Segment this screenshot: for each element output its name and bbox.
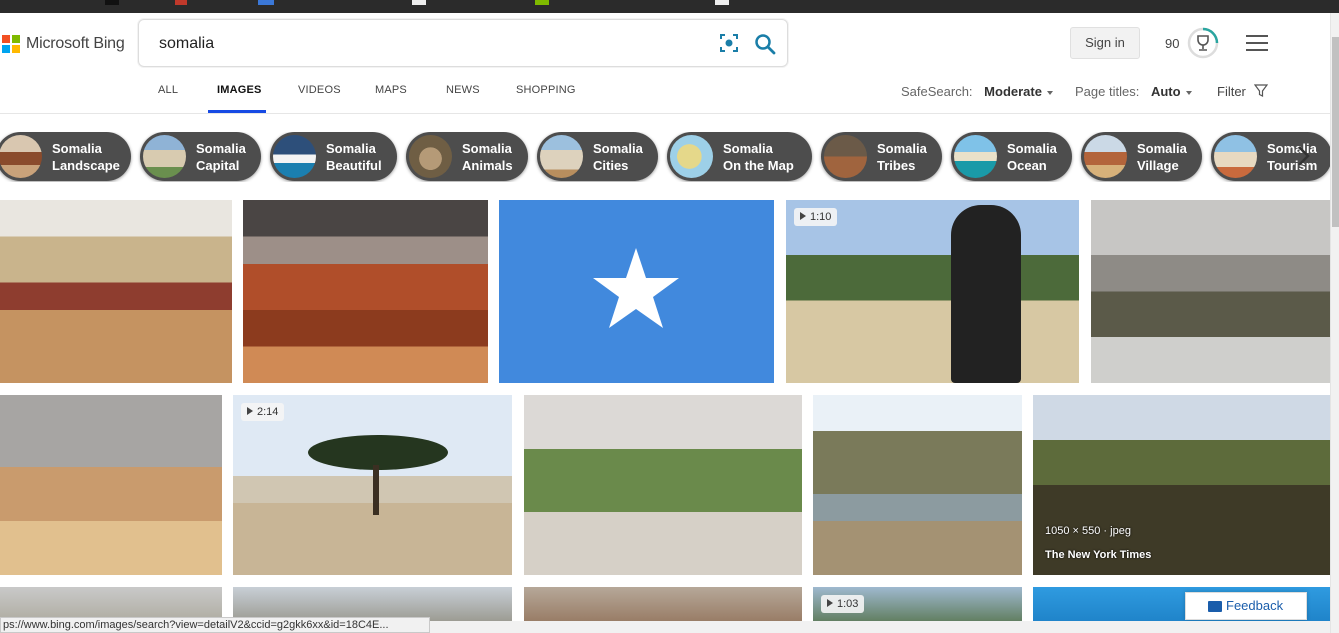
play-icon: [827, 599, 833, 607]
image-result-soldiers-mural[interactable]: [524, 395, 802, 575]
image-result-canyon[interactable]: [813, 395, 1022, 575]
chip-thumbnail: [0, 135, 42, 178]
rewards-points[interactable]: 90: [1165, 36, 1179, 51]
sign-in-button[interactable]: Sign in: [1070, 27, 1140, 59]
chip-somalia-capital[interactable]: Somalia Capital: [140, 132, 261, 181]
video-duration-badge: 2:14: [241, 403, 285, 421]
hamburger-menu-icon[interactable]: [1246, 35, 1268, 51]
chip-somalia-cities[interactable]: Somalia Cities: [537, 132, 658, 181]
vertical-scrollbar[interactable]: [1330, 13, 1339, 633]
chip-label: Somalia Cities: [593, 140, 643, 173]
chevron-down-icon: [1046, 90, 1053, 95]
chevron-down-icon: [1185, 90, 1192, 95]
brand-name: Microsoft Bing: [26, 35, 125, 52]
chip-label: Somalia Village: [1137, 140, 1187, 173]
image-result-desert-road[interactable]: [0, 395, 222, 575]
image-source-overlay: The New York Times: [1045, 549, 1152, 561]
tab-all[interactable]: ALL: [158, 84, 178, 96]
image-result-soldiers-town[interactable]: 1050 × 550 · jpeg The New York Times: [1033, 395, 1330, 575]
page-titles-dropdown[interactable]: Page titles: Auto: [1075, 84, 1192, 99]
funnel-icon: [1253, 84, 1268, 97]
filter-button[interactable]: Filter: [1217, 84, 1268, 99]
image-result-somalia-flag[interactable]: [499, 200, 774, 383]
search-icon[interactable]: [754, 33, 776, 55]
chip-thumbnail: [273, 135, 316, 178]
chip-somalia-tribes[interactable]: Somalia Tribes: [821, 132, 942, 181]
image-result-soldiers-rubble[interactable]: [1091, 200, 1330, 383]
chip-label: Somalia Landscape: [52, 140, 120, 173]
chevron-right-icon[interactable]: [1292, 145, 1314, 167]
filter-label: Filter: [1217, 84, 1246, 99]
chip-somalia-ocean[interactable]: Somalia Ocean: [951, 132, 1072, 181]
chip-somalia-village[interactable]: Somalia Village: [1081, 132, 1202, 181]
star-icon: [593, 248, 679, 328]
chip-label: Somalia Beautiful: [326, 140, 382, 173]
safesearch-dropdown[interactable]: SafeSearch: Moderate: [901, 84, 1053, 99]
chip-somalia-landscape[interactable]: Somalia Landscape: [0, 132, 131, 181]
microsoft-logo-icon: [2, 35, 20, 53]
chip-label: Somalia Animals: [462, 140, 513, 173]
feedback-button[interactable]: Feedback: [1185, 592, 1307, 620]
image-result-desert-buttes[interactable]: [243, 200, 488, 383]
image-result-displaced-camp[interactable]: [0, 200, 232, 383]
chip-thumbnail: [1084, 135, 1127, 178]
related-searches-carousel: Somalia Landscape Somalia Capital Somalia B…: [0, 132, 1330, 182]
image-size-overlay: 1050 × 550 · jpeg: [1045, 525, 1131, 537]
browser-status-url: ps://www.bing.com/images/search?view=det…: [0, 617, 430, 633]
chip-label: Somalia Capital: [196, 140, 246, 173]
safesearch-value: Moderate: [984, 84, 1042, 99]
header: Microsoft Bing somalia Sign in 90 ALL IM…: [0, 13, 1330, 114]
feedback-label: Feedback: [1226, 598, 1284, 613]
browser-top-strip: [0, 0, 1339, 13]
tab-videos[interactable]: VIDEOS: [298, 84, 341, 96]
chip-thumbnail: [824, 135, 867, 178]
active-tab-indicator: [208, 110, 266, 113]
tab-news[interactable]: NEWS: [446, 84, 480, 96]
bing-logo[interactable]: Microsoft Bing: [2, 35, 125, 53]
page-titles-value: Auto: [1150, 84, 1181, 99]
chip-somalia-beautiful[interactable]: Somalia Beautiful: [270, 132, 397, 181]
video-result-gunman[interactable]: 1:10: [786, 200, 1079, 383]
video-duration-badge: 1:10: [794, 208, 838, 226]
search-box[interactable]: somalia: [138, 19, 788, 67]
rewards-trophy-icon[interactable]: [1187, 27, 1219, 59]
chip-thumbnail: [409, 135, 452, 178]
horizontal-scrollbar[interactable]: [430, 621, 1330, 633]
tab-shopping[interactable]: SHOPPING: [516, 84, 576, 96]
play-icon: [800, 212, 806, 220]
chip-thumbnail: [670, 135, 713, 178]
safesearch-label: SafeSearch:: [901, 84, 973, 99]
chip-thumbnail: [1214, 135, 1257, 178]
video-result-acacia-camels[interactable]: 2:14: [233, 395, 512, 575]
play-icon: [247, 407, 253, 415]
chip-label: Somalia Ocean: [1007, 140, 1057, 173]
chip-thumbnail: [954, 135, 997, 178]
video-duration-badge: 1:03: [821, 595, 865, 613]
page-titles-label: Page titles:: [1075, 84, 1140, 99]
chip-somalia-on-the-map[interactable]: Somalia On the Map: [667, 132, 812, 181]
visual-search-icon[interactable]: [719, 33, 739, 53]
feedback-icon: [1208, 601, 1222, 612]
search-input[interactable]: somalia: [159, 35, 214, 53]
chip-label: Somalia On the Map: [723, 140, 794, 173]
tab-maps[interactable]: MAPS: [375, 84, 407, 96]
chip-thumbnail: [540, 135, 583, 178]
chip-somalia-animals[interactable]: Somalia Animals: [406, 132, 528, 181]
scrollbar-thumb[interactable]: [1332, 37, 1339, 227]
chip-label: Somalia Tribes: [877, 140, 927, 173]
chip-thumbnail: [143, 135, 186, 178]
tab-images[interactable]: IMAGES: [217, 84, 262, 96]
